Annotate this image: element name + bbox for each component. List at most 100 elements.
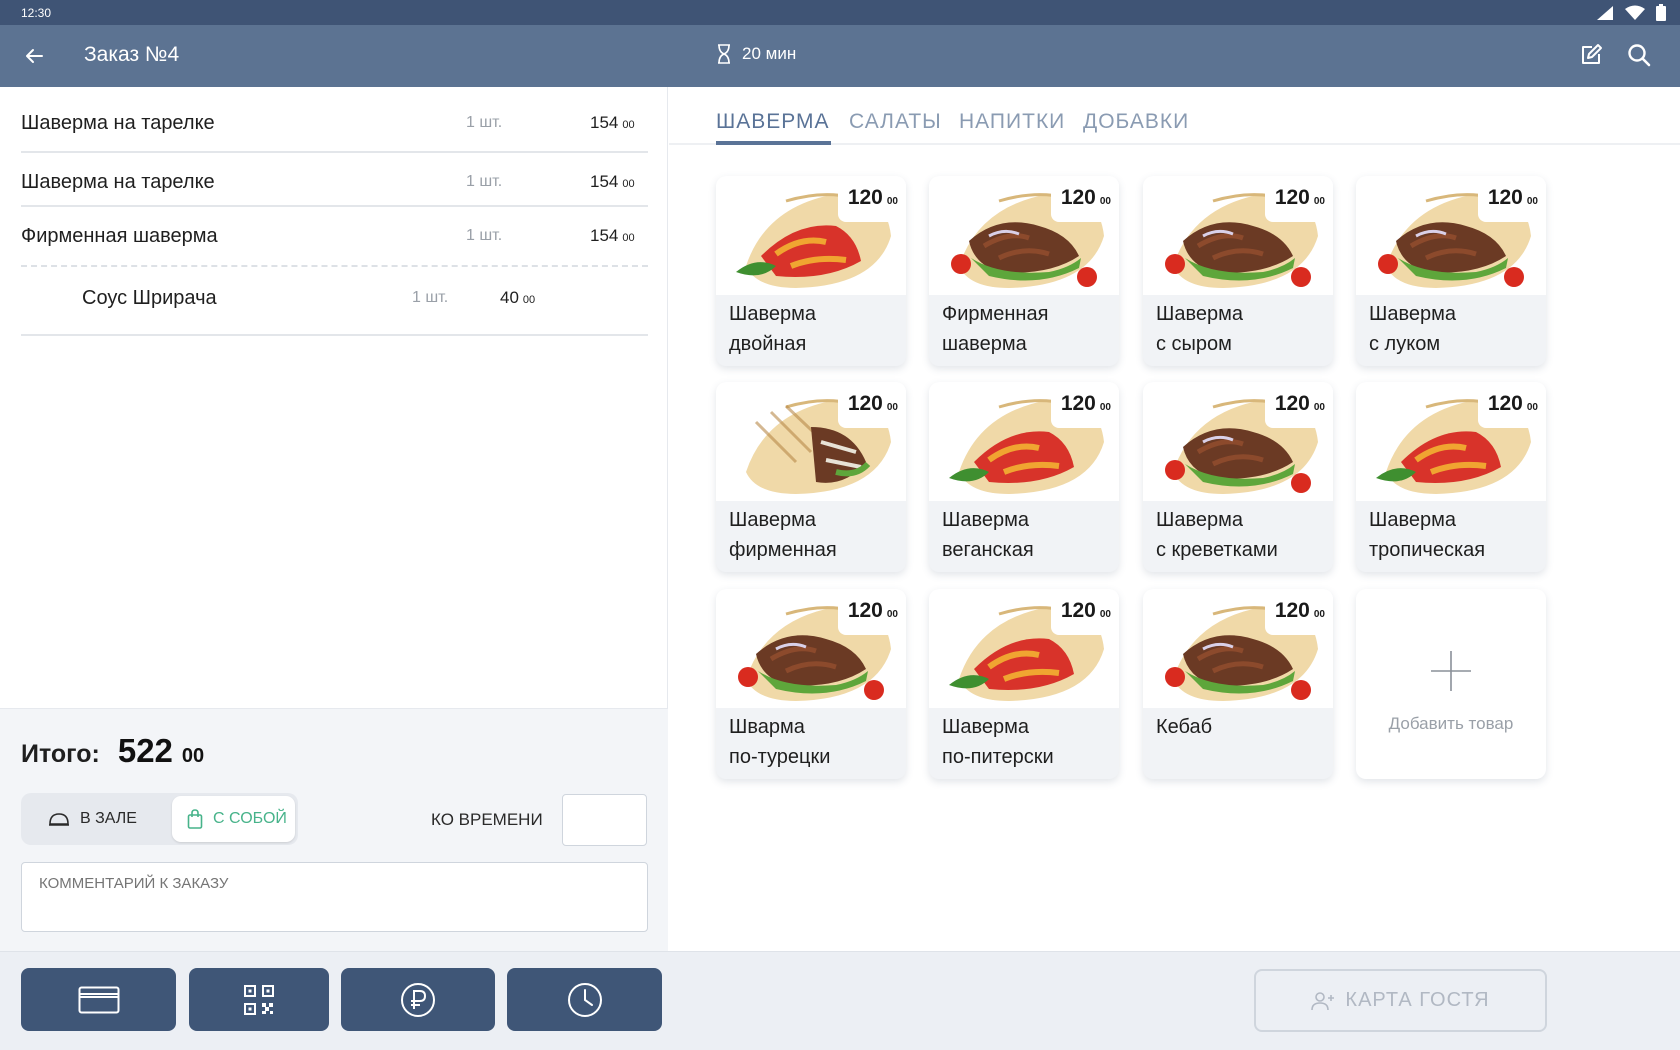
product-card[interactable]: 120 00 Шаверма двойная	[716, 176, 906, 366]
product-name-line2: фирменная	[729, 539, 837, 561]
credit-card-icon	[78, 986, 119, 1013]
modifier-price: 40 00	[500, 288, 536, 307]
product-name: Шаверма	[729, 509, 816, 531]
app-bar: Заказ №4 20 мин	[0, 25, 1680, 87]
product-price: 120 00	[837, 382, 906, 428]
product-name: Кебаб	[1156, 716, 1213, 738]
on-time-label: КО ВРЕМЕНИ	[431, 810, 543, 829]
order-item-price: 154 00	[590, 113, 635, 132]
search-icon[interactable]	[1625, 41, 1653, 69]
order-item-qty: 1 шт.	[466, 227, 503, 244]
product-card[interactable]: 120 00 Фирменная шаверма	[929, 176, 1119, 366]
order-item[interactable]: Фирменная шаверма 1 шт. 154 00	[21, 211, 648, 261]
product-name: Фирменная	[942, 303, 1049, 325]
mode-hall-option[interactable]: В ЗАЛЕ	[48, 796, 137, 842]
product-card[interactable]: 120 00 Шварма по-турецки	[716, 589, 906, 779]
product-name: Шаверма	[1156, 509, 1243, 531]
service-mode-toggle: В ЗАЛЕ С СОБОЙ	[21, 793, 298, 845]
product-card[interactable]: 120 00 Шаверма тропическая	[1356, 382, 1546, 572]
cloche-icon	[49, 813, 69, 826]
order-item-price: 154 00	[590, 172, 635, 191]
status-icons	[1596, 4, 1666, 21]
product-price: 120 00	[1050, 589, 1119, 635]
order-summary: Итого: 522 00 В ЗАЛЕ С СОБОЙ КО ВРЕМЕНИ	[0, 708, 668, 951]
product-card[interactable]: 120 00 Шаверма по-питерски	[929, 589, 1119, 779]
modifier-qty: 1 шт.	[412, 289, 449, 306]
product-card[interactable]: 120 00 Шаверма веганская	[929, 382, 1119, 572]
product-name-line2: по-турецки	[729, 746, 831, 768]
clock-icon	[567, 982, 602, 1017]
add-product-button[interactable]: Добавить товар	[1356, 589, 1546, 779]
signal-icon	[1597, 5, 1613, 20]
product-card[interactable]: 120 00 Шаверма с креветками	[1143, 382, 1333, 572]
hourglass-icon	[718, 44, 730, 64]
product-name: Шаверма	[1369, 303, 1456, 325]
order-modifier[interactable]: Соус Шрирача 1 шт. 40 00	[82, 273, 582, 323]
deferred-payment-button[interactable]	[507, 968, 662, 1031]
product-name: Шаверма	[1369, 509, 1456, 531]
status-bar: 12:30	[0, 0, 1680, 25]
product-name-line2: по-питерски	[942, 746, 1054, 768]
on-time-field[interactable]	[562, 794, 647, 846]
order-item-name: Шаверма на тарелке	[21, 112, 215, 134]
order-item-name: Шаверма на тарелке	[21, 171, 215, 193]
qr-code-icon	[244, 984, 274, 1015]
order-item[interactable]: Шаверма на тарелке 1 шт. 154 00	[21, 157, 648, 207]
product-price: 120 00	[1477, 176, 1546, 222]
product-name: Шаверма	[729, 303, 816, 325]
order-item[interactable]: Шаверма на тарелке 1 шт. 154 00	[21, 98, 648, 148]
tab-salads[interactable]: САЛАТЫ	[849, 110, 942, 134]
mode-hall-label: В ЗАЛЕ	[80, 810, 137, 827]
add-user-icon	[1311, 991, 1335, 1010]
edit-icon[interactable]	[1577, 41, 1605, 69]
order-timer: 20 мин	[716, 44, 796, 64]
row-divider	[21, 205, 648, 207]
product-name-line2: с луком	[1369, 333, 1441, 355]
battery-icon	[1656, 4, 1666, 21]
product-name-line2: веганская	[942, 539, 1034, 561]
wifi-icon	[1625, 5, 1645, 20]
product-card[interactable]: 120 00 Кебаб	[1143, 589, 1333, 779]
order-total: Итого: 522 00	[21, 732, 204, 770]
product-price: 120 00	[1264, 176, 1333, 222]
mode-takeaway-label: С СОБОЙ	[213, 810, 287, 827]
modifier-name: Соус Шрирача	[82, 287, 217, 309]
product-name-line2: шаверма	[942, 333, 1027, 355]
product-name: Шварма	[729, 716, 805, 738]
mode-takeaway-option[interactable]: С СОБОЙ	[172, 796, 295, 842]
product-name: Шаверма	[1156, 303, 1243, 325]
total-cents: 00	[181, 745, 205, 767]
order-comment-field[interactable]	[21, 862, 648, 932]
product-card[interactable]: 120 00 Шаверма с сыром	[1143, 176, 1333, 366]
product-name-line2: с креветками	[1156, 539, 1278, 561]
order-item-name: Фирменная шаверма	[21, 225, 218, 247]
product-name: Шаверма	[942, 716, 1029, 738]
product-price: 120 00	[1050, 382, 1119, 428]
product-card[interactable]: 120 00 Шаверма с луком	[1356, 176, 1546, 366]
total-amount: 522	[117, 732, 173, 769]
back-arrow-icon[interactable]	[20, 42, 48, 70]
timer-text: 20 мин	[742, 44, 797, 63]
tab-shawarma[interactable]: ШАВЕРМА	[716, 110, 830, 134]
order-title: Заказ №4	[84, 43, 180, 66]
tab-drinks[interactable]: НАПИТКИ	[959, 110, 1065, 134]
product-price: 120 00	[1477, 382, 1546, 428]
guest-card-button[interactable]: КАРТА ГОСТЯ	[1254, 969, 1547, 1032]
ruble-icon	[401, 982, 435, 1017]
add-product-label: Добавить товар	[1388, 714, 1514, 733]
pay-cash-button[interactable]	[341, 968, 495, 1031]
pay-card-button[interactable]	[21, 968, 176, 1031]
order-item-qty: 1 шт.	[466, 114, 503, 131]
product-card[interactable]: 120 00 Шаверма фирменная	[716, 382, 906, 572]
row-divider	[21, 334, 648, 336]
product-name-line2: тропическая	[1369, 539, 1486, 561]
row-divider	[21, 265, 648, 267]
product-name: Шаверма	[942, 509, 1029, 531]
status-time: 12:30	[21, 6, 52, 20]
product-price: 120 00	[1050, 176, 1119, 222]
tab-addons[interactable]: ДОБАВКИ	[1083, 110, 1189, 134]
product-price: 120 00	[837, 589, 906, 635]
active-tab-indicator	[716, 141, 831, 145]
pay-qr-button[interactable]	[189, 968, 329, 1031]
shopping-bag-icon	[187, 809, 203, 829]
